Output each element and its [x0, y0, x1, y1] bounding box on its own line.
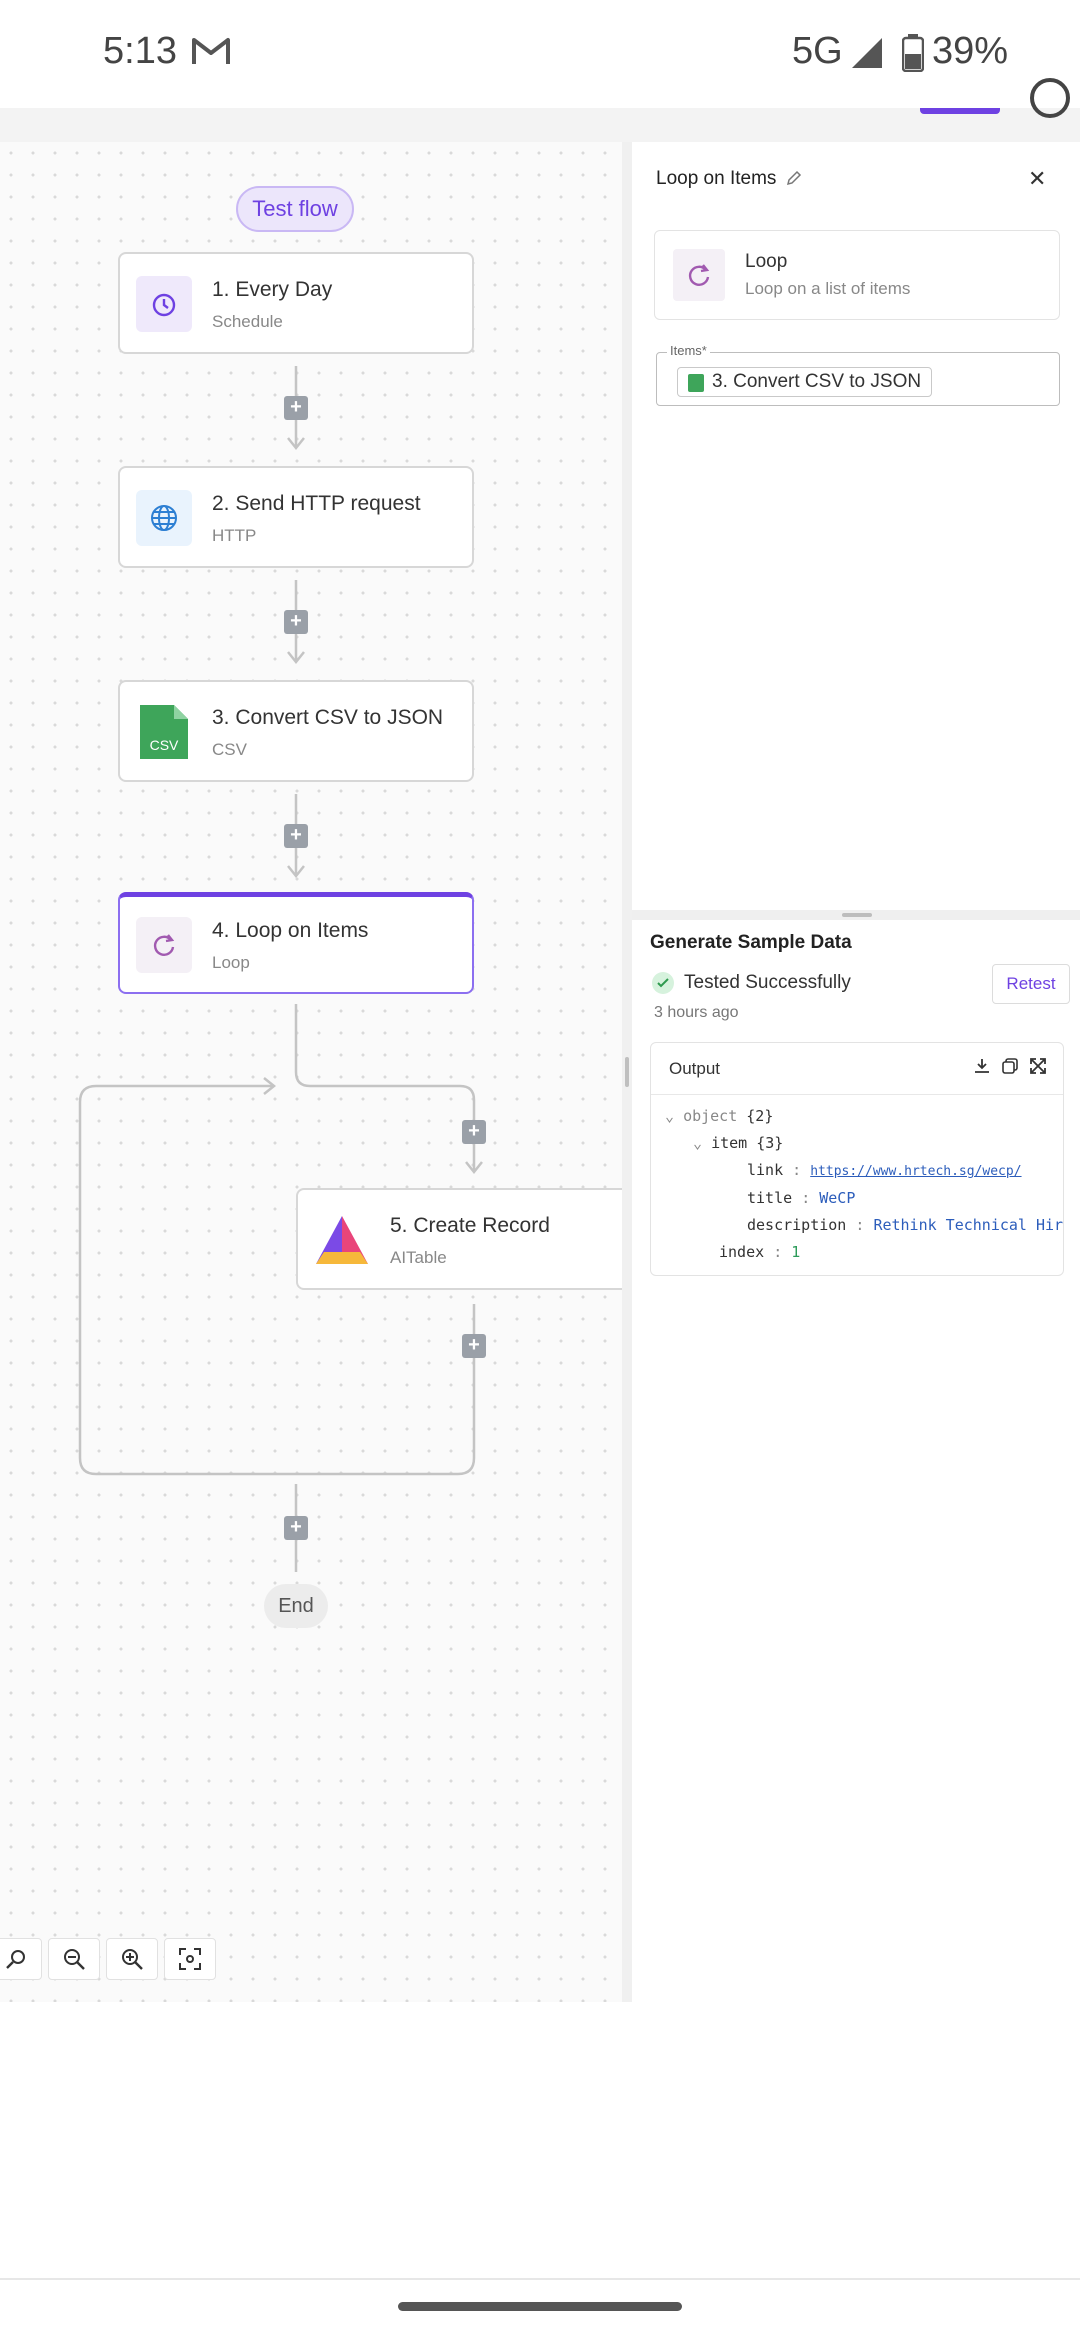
tree-field-title: title : WeCP: [747, 1189, 856, 1207]
step-send-http-request[interactable]: 2. Send HTTP request HTTP: [118, 466, 474, 568]
signal-icon: [850, 36, 884, 75]
nav-area: [0, 2002, 1080, 2340]
flow-connectors: [78, 366, 483, 1572]
retest-button[interactable]: Retest: [992, 964, 1070, 1004]
panel-title: Loop on Items: [656, 168, 777, 189]
tree-field-description: description : Rethink Technical Hir: [747, 1216, 1064, 1234]
sample-data-title: Generate Sample Data: [650, 932, 852, 953]
svg-text:CSV: CSV: [150, 737, 179, 753]
add-step-button[interactable]: +: [462, 1334, 486, 1358]
add-step-button[interactable]: +: [284, 396, 308, 420]
step-title: 4. Loop on Items: [212, 919, 369, 942]
add-step-button[interactable]: +: [462, 1120, 486, 1144]
piece-name: Loop: [745, 251, 788, 272]
expand-icon[interactable]: [1029, 1057, 1047, 1080]
zoom-controls: [0, 1938, 222, 1980]
status-bar: 5:13 5G 39%: [0, 0, 1080, 108]
step-convert-csv-to-json[interactable]: CSV 3. Convert CSV to JSON CSV: [118, 680, 474, 782]
piece-description: Loop on a list of items: [745, 279, 911, 298]
fit-view-icon[interactable]: [164, 1938, 216, 1980]
tree-node-item[interactable]: ⌄ item {3}: [693, 1134, 783, 1152]
items-field[interactable]: Items* 3. Convert CSV to JSON: [656, 343, 1060, 406]
csv-file-icon: CSV: [136, 704, 192, 760]
step-loop-on-items[interactable]: 4. Loop on Items Loop: [118, 892, 474, 994]
step-title: 2. Send HTTP request: [212, 492, 421, 515]
step-subtitle: Schedule: [212, 312, 283, 331]
globe-icon: [136, 490, 192, 546]
aitable-logo-icon: [314, 1212, 370, 1268]
network-type: 5G: [792, 30, 843, 72]
output-title: Output: [669, 1059, 721, 1078]
tree-field-link: link : https://www.hrtech.sg/wecp/: [747, 1161, 1022, 1179]
tree-field-index: index : 1: [719, 1243, 801, 1261]
close-icon[interactable]: ✕: [1028, 166, 1046, 192]
add-step-button[interactable]: +: [284, 610, 308, 634]
test-flow-button[interactable]: Test flow: [236, 186, 354, 232]
copy-icon[interactable]: [1001, 1057, 1019, 1080]
pencil-icon[interactable]: [786, 170, 802, 191]
avatar[interactable]: [1030, 78, 1070, 118]
flow-canvas[interactable]: Test flow 1. Every Day Schedule + 2. Sen…: [0, 142, 622, 2002]
csv-file-icon: [688, 374, 704, 392]
step-subtitle: CSV: [212, 740, 247, 759]
step-title: 3. Convert CSV to JSON: [212, 706, 444, 729]
step-subtitle: HTTP: [212, 526, 257, 545]
publish-button[interactable]: [920, 108, 1000, 114]
battery-percent: 39%: [932, 30, 1009, 72]
step-title: 5. Create Record: [390, 1214, 550, 1237]
add-step-button[interactable]: +: [284, 1516, 308, 1540]
step-subtitle: Loop: [212, 953, 250, 972]
tested-time: 3 hours ago: [654, 1004, 739, 1021]
panel-splitter[interactable]: [632, 910, 1080, 920]
zoom-in-icon[interactable]: [106, 1938, 158, 1980]
status-time: 5:13: [103, 30, 177, 72]
step-every-day[interactable]: 1. Every Day Schedule: [118, 252, 474, 354]
loop-icon: [136, 917, 192, 973]
loop-icon: [673, 249, 725, 301]
download-icon[interactable]: [973, 1057, 991, 1080]
piece-card: Loop Loop on a list of items: [654, 230, 1060, 320]
test-status: Tested Successfully: [684, 972, 851, 993]
output-header: Output: [651, 1043, 1063, 1095]
end-node: End: [264, 1584, 328, 1628]
gmail-icon: [191, 36, 231, 71]
battery-icon: [901, 34, 925, 77]
search-icon[interactable]: [0, 1938, 42, 1980]
check-icon: [652, 972, 674, 994]
zoom-out-icon[interactable]: [48, 1938, 100, 1980]
step-settings-panel: Loop on Items ✕ Loop Loop on a list of i…: [632, 142, 1080, 2002]
step-title: 1. Every Day: [212, 278, 333, 301]
items-field-label: Items*: [667, 343, 710, 358]
add-step-button[interactable]: +: [284, 824, 308, 848]
home-indicator[interactable]: [398, 2302, 682, 2311]
schedule-icon: [136, 276, 192, 332]
items-value-chip[interactable]: 3. Convert CSV to JSON: [677, 367, 933, 397]
step-subtitle: AITable: [390, 1248, 447, 1267]
panel-resize-handle[interactable]: [622, 142, 632, 2002]
app-top-bar: [0, 78, 1080, 142]
output-viewer: Output ⌄ object {2} ⌄ item {3} link : ht…: [650, 1042, 1064, 1276]
tree-node-object[interactable]: ⌄ object {2}: [665, 1107, 773, 1125]
step-create-record[interactable]: 5. Create Record AITable: [296, 1188, 622, 1290]
